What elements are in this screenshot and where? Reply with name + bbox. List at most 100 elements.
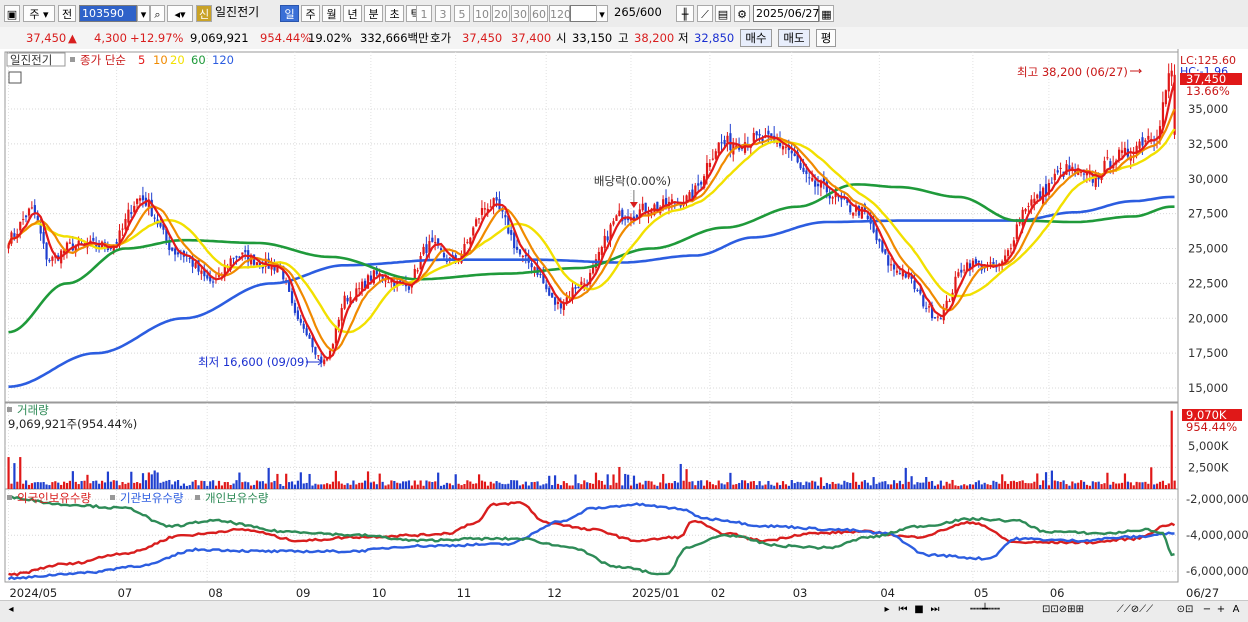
candle-body bbox=[314, 346, 317, 355]
interval-tab-60[interactable]: 60 bbox=[530, 5, 548, 22]
calendar-icon[interactable]: ▦ bbox=[819, 5, 834, 22]
volume-bar bbox=[176, 480, 180, 489]
save-icon[interactable]: ▤ bbox=[715, 5, 731, 22]
volume-bar bbox=[323, 484, 326, 489]
candle-body bbox=[311, 338, 314, 348]
line-tool-icon[interactable]: ⟋ bbox=[697, 5, 713, 22]
candle-body bbox=[811, 177, 814, 181]
magnet-icon[interactable]: ⊙⊡ bbox=[1170, 602, 1200, 617]
candle-icon[interactable]: ╫ bbox=[676, 5, 694, 22]
zoom-out-icon[interactable]: − bbox=[1200, 602, 1214, 617]
scroll-left-icon[interactable]: ◂ bbox=[4, 602, 18, 617]
volume-bar bbox=[293, 484, 297, 489]
price-tick-label: 25,000 bbox=[1188, 242, 1228, 256]
volume-bar bbox=[1106, 472, 1109, 489]
volume-bar bbox=[922, 482, 925, 489]
draw-tools-icon[interactable]: ⟋⟋⊘⟋⟋ bbox=[1100, 602, 1170, 617]
candle-body bbox=[963, 269, 966, 271]
volume-bar bbox=[346, 483, 349, 489]
volume-bar bbox=[492, 483, 495, 489]
volume-bar bbox=[1042, 480, 1045, 489]
volume-bar bbox=[238, 472, 241, 489]
period-tab-3[interactable]: 년 bbox=[343, 5, 362, 22]
date-input[interactable]: 2025/06/27 bbox=[753, 5, 819, 22]
interval-tab-5[interactable]: 5 bbox=[454, 5, 470, 22]
volume-bar bbox=[846, 482, 849, 489]
interval-tab-3[interactable]: 3 bbox=[435, 5, 451, 22]
ask-label: 호가 bbox=[430, 31, 452, 45]
volume-bar bbox=[957, 485, 960, 489]
period-tab-5[interactable]: 초 bbox=[385, 5, 404, 22]
volume-bar bbox=[781, 481, 785, 489]
volume-bar bbox=[448, 483, 451, 489]
candle-body bbox=[1167, 73, 1170, 92]
period-tab-4[interactable]: 분 bbox=[364, 5, 383, 22]
period-tab-1[interactable]: 주 bbox=[301, 5, 320, 22]
volume-bar bbox=[404, 481, 408, 489]
zoom-in-icon[interactable]: + bbox=[1214, 602, 1228, 617]
interval-tab-1[interactable]: 1 bbox=[416, 5, 432, 22]
volume-bar bbox=[933, 485, 937, 489]
candle-body bbox=[1036, 194, 1039, 199]
market-label: 전 bbox=[61, 8, 73, 21]
stock-code-input[interactable]: 103590 bbox=[79, 5, 137, 22]
fast-forward-icon[interactable]: ⏭ bbox=[928, 602, 942, 617]
holding-tick-label: -4,000,000 bbox=[1186, 528, 1248, 542]
candle-body bbox=[1059, 167, 1062, 169]
volume-bar bbox=[95, 480, 98, 489]
candle-body bbox=[1144, 140, 1147, 142]
interval-tab-120[interactable]: 120 bbox=[549, 5, 571, 22]
font-size-icon[interactable]: A bbox=[1229, 602, 1243, 617]
buy-button[interactable]: 매수 bbox=[740, 29, 772, 47]
speaker-icon[interactable]: ◂▾ bbox=[167, 5, 193, 22]
candle-body bbox=[884, 249, 887, 254]
sell-button[interactable]: 매도 bbox=[778, 29, 810, 47]
rewind-icon[interactable]: ⏮ bbox=[896, 602, 910, 617]
zoom-slider[interactable]: ┅┅┷┅┅ bbox=[955, 602, 1015, 617]
volume-bar bbox=[989, 484, 992, 489]
candle-body bbox=[1021, 209, 1024, 226]
chevron-down-icon[interactable]: ▾ bbox=[596, 5, 608, 22]
stock-chart[interactable]: 35,000 32,500 30,000 27,500 25,000 22,500 20,0… bbox=[0, 49, 1248, 600]
candle-body bbox=[726, 135, 729, 143]
window-icon[interactable]: ▣ bbox=[4, 5, 20, 22]
gear-icon[interactable]: ⚙ bbox=[734, 5, 750, 22]
scroll-right-icon[interactable]: ▸ bbox=[880, 602, 894, 617]
candle-body bbox=[416, 270, 419, 272]
volume-bar bbox=[355, 484, 358, 489]
volume-bar bbox=[1091, 481, 1094, 489]
type-select[interactable]: 주 ▾ bbox=[23, 5, 55, 22]
volume-bar bbox=[1132, 485, 1135, 489]
stop-icon[interactable]: ■ bbox=[912, 602, 926, 617]
volume-bar bbox=[489, 481, 492, 489]
market-select[interactable]: 전 bbox=[58, 5, 76, 22]
legend-ma-120: 120 bbox=[212, 53, 234, 67]
volume-bar bbox=[892, 480, 896, 489]
volume-bar bbox=[1036, 473, 1039, 489]
volume-bar bbox=[232, 483, 235, 489]
candle-body bbox=[717, 142, 720, 154]
chevron-down-icon[interactable]: ▾ bbox=[137, 5, 150, 22]
candle-body bbox=[814, 180, 817, 187]
interval-tab-10[interactable]: 10 bbox=[473, 5, 491, 22]
legend-bullet bbox=[195, 495, 200, 500]
candle-body bbox=[530, 263, 533, 268]
interval-tab-30[interactable]: 30 bbox=[511, 5, 529, 22]
volume-ratio: 954.44% bbox=[260, 31, 312, 45]
volume-bar bbox=[469, 481, 472, 489]
chart-tools-icon[interactable]: ⊡⊡⊘⊞⊞ bbox=[1028, 602, 1098, 617]
volume-bar bbox=[764, 484, 767, 489]
volume-bar bbox=[431, 482, 434, 489]
period-tab-2[interactable]: 월 bbox=[322, 5, 341, 22]
interval-tab-20[interactable]: 20 bbox=[492, 5, 510, 22]
volume-bar bbox=[907, 481, 910, 489]
volume-bar bbox=[863, 480, 866, 489]
low-price: 32,850 bbox=[694, 31, 735, 45]
volume-bar bbox=[1065, 484, 1068, 489]
period-tab-0[interactable]: 일 bbox=[280, 5, 299, 22]
candle-body bbox=[606, 236, 609, 241]
volume-bar bbox=[878, 482, 881, 489]
candle-body bbox=[387, 282, 390, 284]
eval-button[interactable]: 평 bbox=[816, 29, 836, 47]
search-icon[interactable]: ⌕ bbox=[150, 5, 165, 22]
